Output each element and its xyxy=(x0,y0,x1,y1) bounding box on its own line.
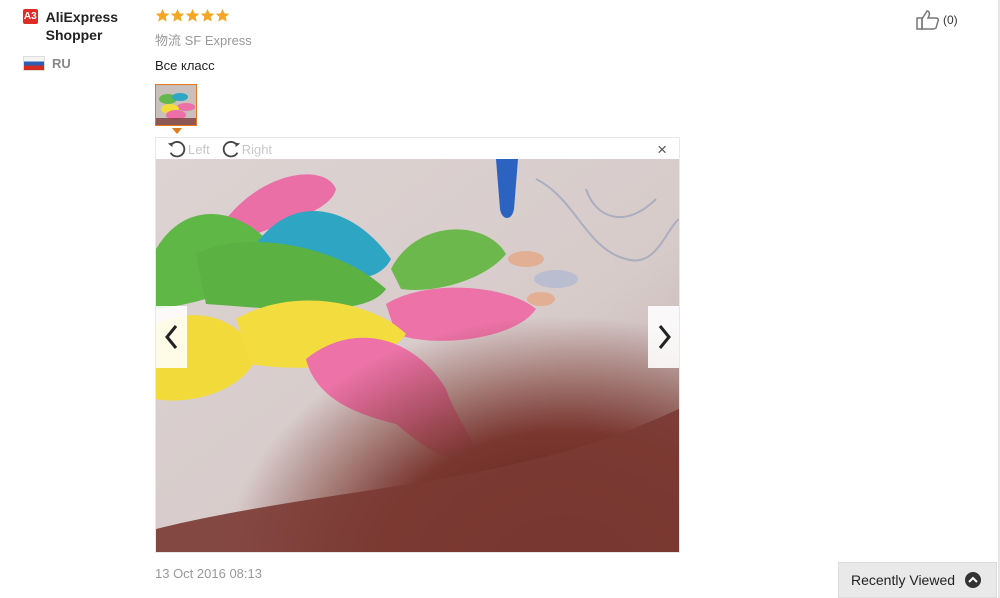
viewer-toolbar: Left Right xyxy=(166,138,282,160)
previous-photo-button[interactable] xyxy=(156,306,187,368)
country-code: RU xyxy=(52,56,71,71)
review-text: Все класс xyxy=(155,58,215,73)
recently-viewed-button[interactable]: Recently Viewed xyxy=(838,562,997,598)
review-body: 物流 SF Express Все класс Left Right × 13 … xyxy=(155,8,855,581)
rotate-left-icon xyxy=(167,141,186,158)
star-icon xyxy=(215,8,230,22)
review-date: 13 Oct 2016 08:13 xyxy=(155,566,262,581)
photo-image xyxy=(156,159,679,552)
rotate-right-icon xyxy=(222,141,240,158)
close-viewer-button[interactable]: × xyxy=(657,141,667,159)
star-rating xyxy=(155,8,855,24)
rotate-right-button[interactable]: Right xyxy=(220,139,272,159)
chevron-left-icon xyxy=(164,325,177,349)
thumbnail-pointer xyxy=(172,128,182,134)
rotate-left-button[interactable]: Left xyxy=(166,139,210,159)
reviewer-country: RU xyxy=(23,56,143,71)
thumbnail-image xyxy=(156,85,196,125)
russia-flag-icon xyxy=(23,56,45,71)
reviewer-name: AliExpress Shopper xyxy=(45,9,119,43)
buyer-level-badge: A3 xyxy=(23,9,38,24)
chevron-up-icon xyxy=(965,572,982,588)
review-photo-thumbnail[interactable] xyxy=(155,84,197,126)
star-icon xyxy=(185,8,200,22)
shipping-method: 物流 SF Express xyxy=(155,33,252,48)
reviewer-name-row: A3 AliExpress Shopper xyxy=(23,8,143,44)
photo-viewer: Left Right × xyxy=(155,137,680,553)
next-photo-button[interactable] xyxy=(648,306,679,368)
chevron-right-icon xyxy=(658,325,671,349)
recently-viewed-label: Recently Viewed xyxy=(851,572,956,588)
review-page: A3 AliExpress Shopper RU 物流 SF Express В… xyxy=(0,0,1000,598)
rotate-right-label: Right xyxy=(241,141,273,157)
star-icon xyxy=(155,8,170,22)
helpful-count: (0) xyxy=(943,13,958,27)
helpful-button[interactable]: (0) xyxy=(916,9,958,31)
review-photo xyxy=(156,159,679,552)
star-icon xyxy=(200,8,215,22)
rotate-left-label: Left xyxy=(188,141,210,157)
thumbs-up-icon xyxy=(916,10,940,30)
star-icon xyxy=(170,8,185,22)
reviewer-info: A3 AliExpress Shopper RU xyxy=(23,8,143,71)
